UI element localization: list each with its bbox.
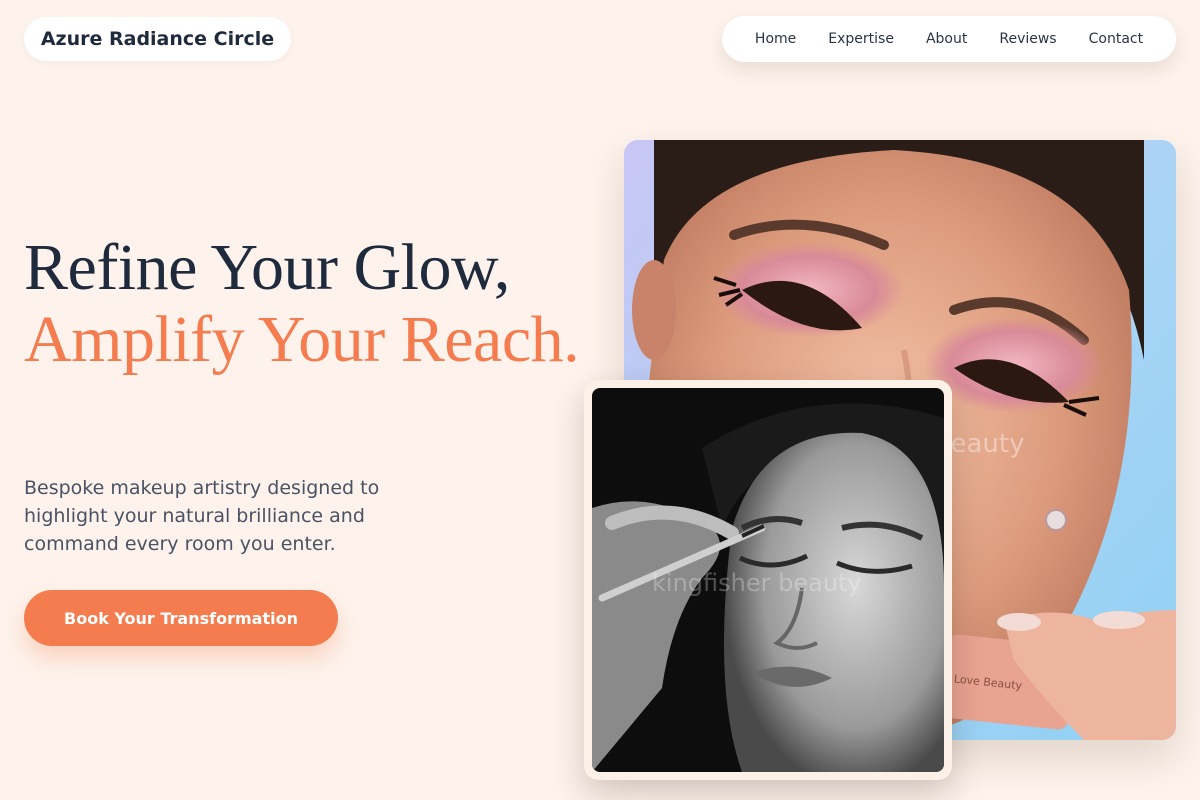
- nav-reviews[interactable]: Reviews: [999, 31, 1056, 47]
- hero-title-line1: Refine Your Glow,: [24, 231, 510, 304]
- brand-logo[interactable]: Azure Radiance Circle: [24, 17, 291, 61]
- main-nav: Home Expertise About Reviews Contact: [722, 16, 1176, 62]
- hero-title-accent: Amplify Your Reach.: [24, 303, 580, 376]
- nav-expertise[interactable]: Expertise: [828, 31, 894, 47]
- hero-subtitle: Bespoke makeup artistry designed to high…: [24, 477, 380, 555]
- nav-home[interactable]: Home: [755, 31, 796, 47]
- hero-inset-image: kingfisher beauty: [584, 380, 952, 780]
- inset-watermark: kingfisher beauty: [652, 569, 862, 597]
- hero-title: Refine Your Glow, Amplify Your Reach.: [24, 232, 604, 376]
- nav-about[interactable]: About: [926, 31, 967, 47]
- book-transformation-button[interactable]: Book Your Transformation: [24, 590, 338, 646]
- nav-contact[interactable]: Contact: [1089, 31, 1143, 47]
- makeup-application-photo: kingfisher beauty: [592, 388, 944, 772]
